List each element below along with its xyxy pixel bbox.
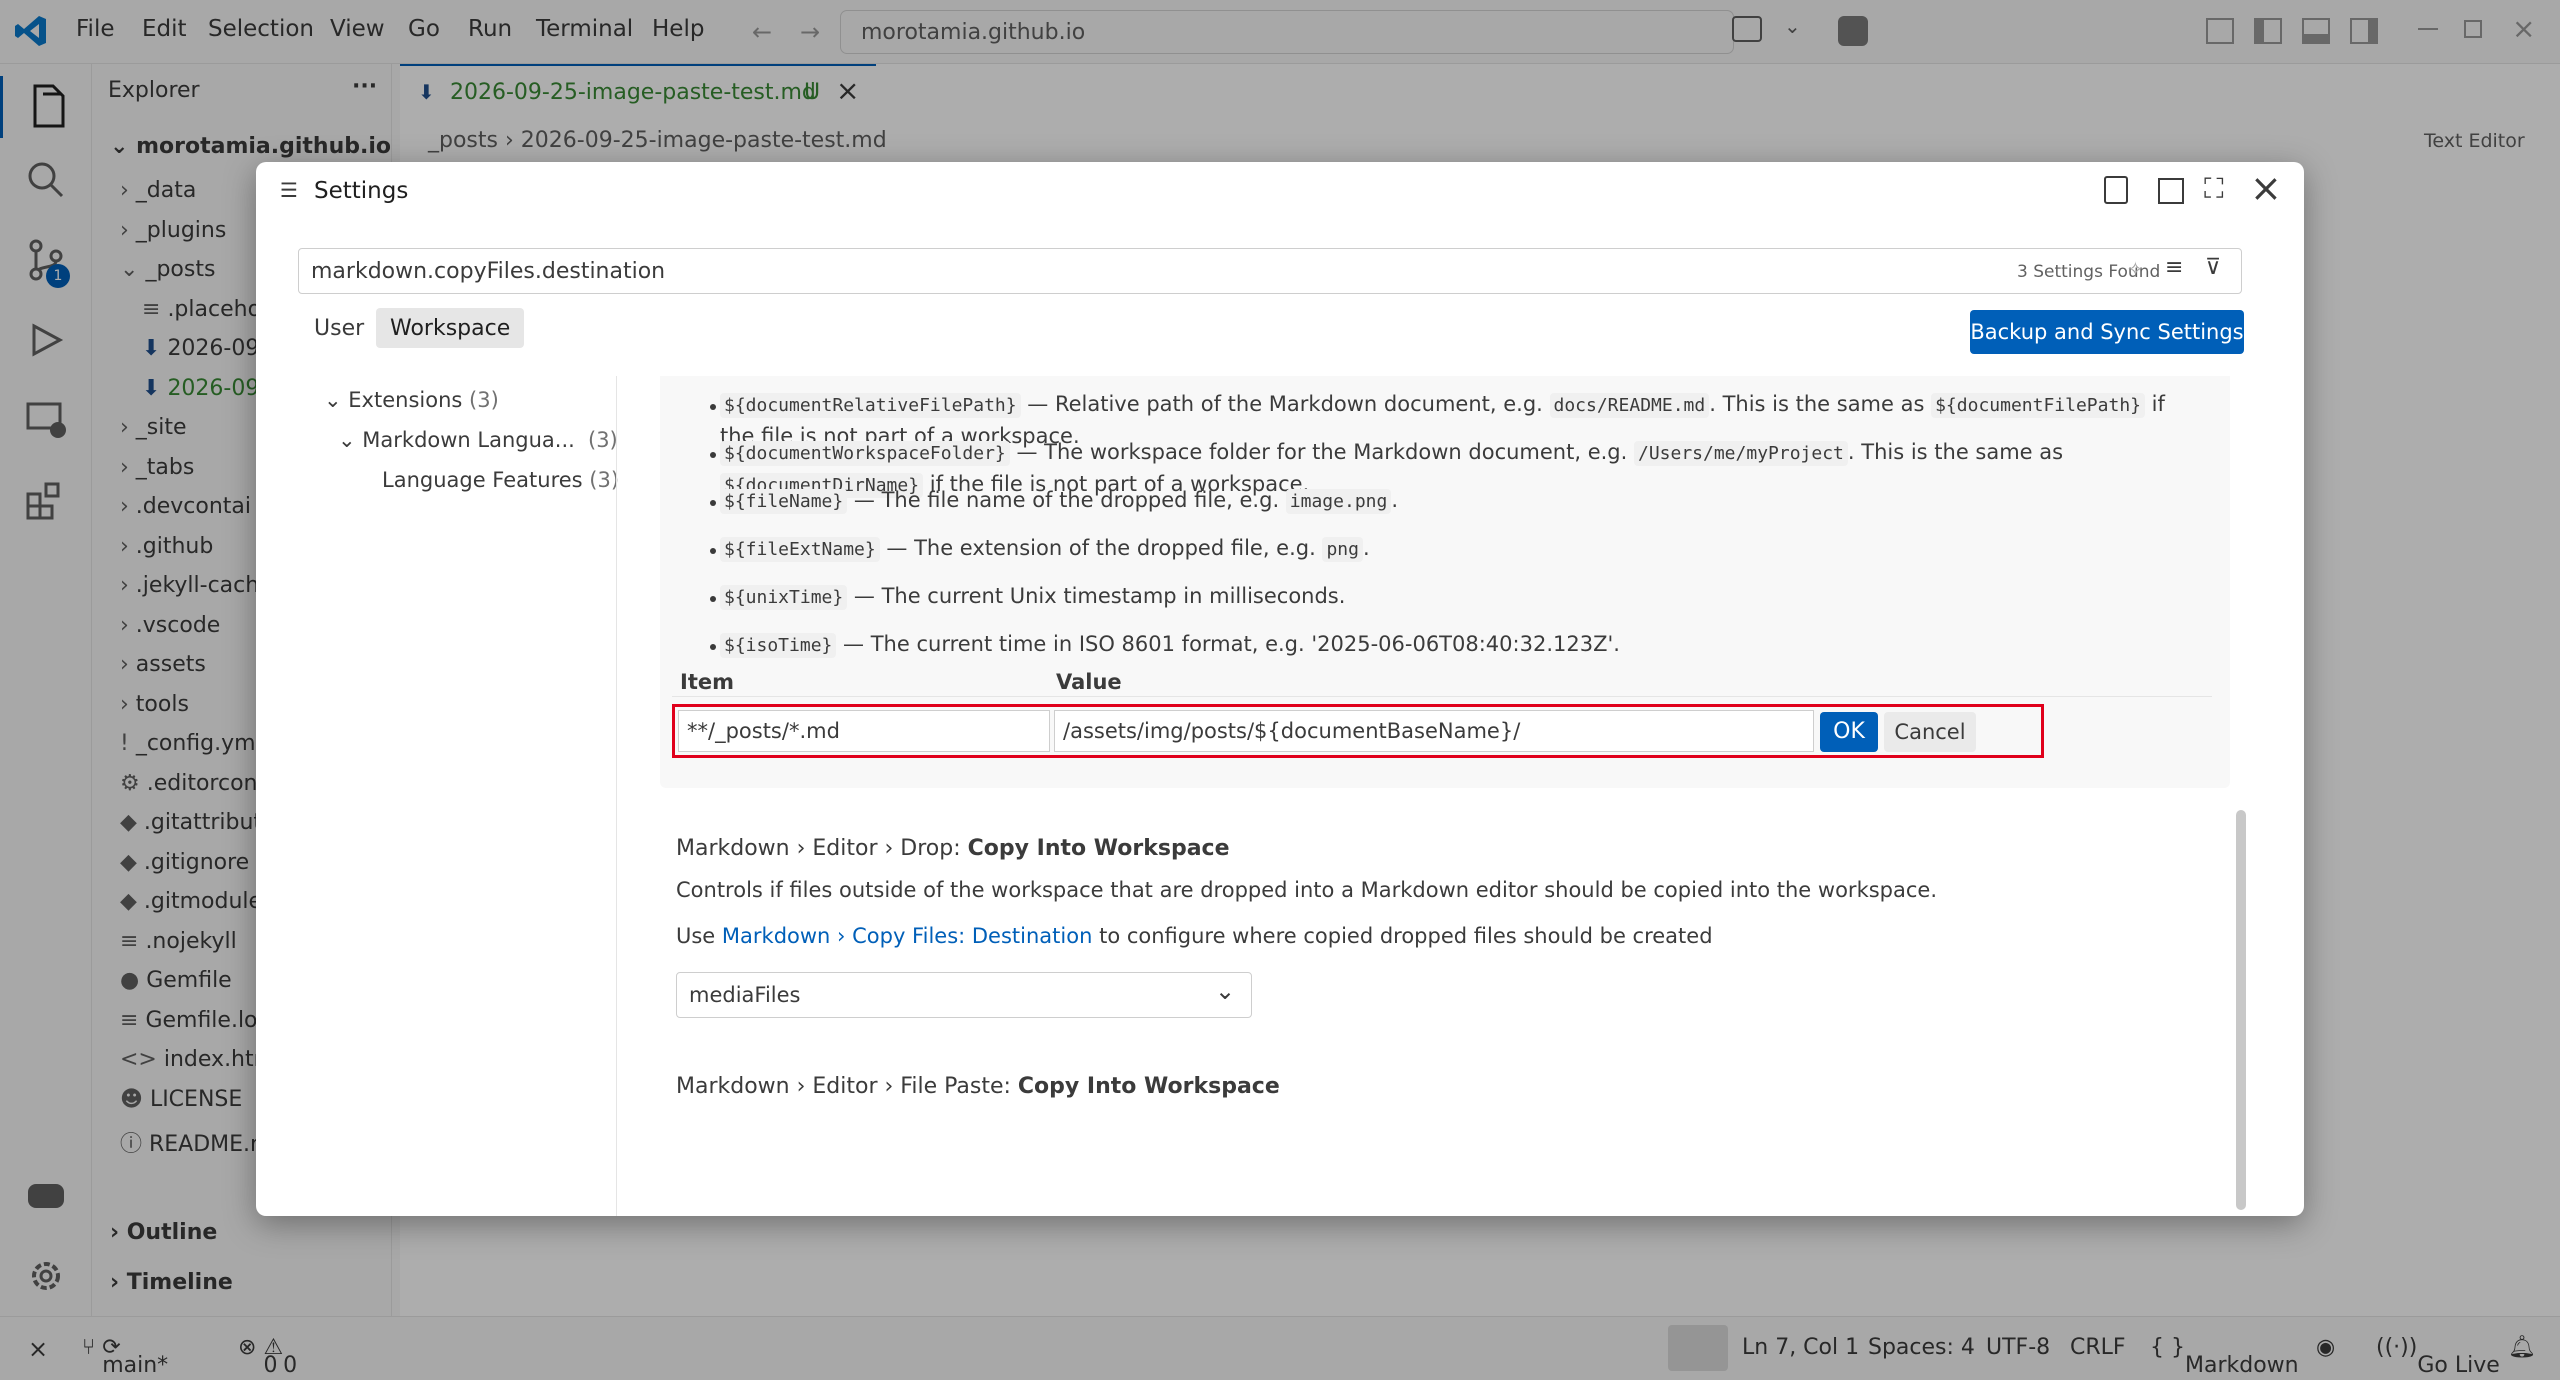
bullet-dot <box>710 596 716 602</box>
code-token: docs/README.md <box>1549 393 1710 418</box>
drop-setting-name: Copy Into Workspace <box>967 836 1230 861</box>
settings-title: Settings <box>314 178 409 204</box>
copy-files-destination-link[interactable]: Markdown › Copy Files: Destination <box>722 924 1092 948</box>
toc-language-count: (3) <box>589 468 620 492</box>
code-token: ${fileName} <box>720 489 848 514</box>
code-token: png <box>1322 537 1363 562</box>
toc-language-label: Language Features <box>382 468 583 492</box>
bullet-text: — The workspace folder for the Markdown … <box>1009 440 1634 464</box>
code-token: ${documentRelativeFilePath} <box>720 393 1021 418</box>
bullet-workspace-folder: ${documentWorkspaceFolder} — The workspa… <box>720 440 2064 466</box>
bullet-text: . This is the same as <box>1709 392 1932 416</box>
code-token: image.png <box>1285 489 1392 514</box>
code-token: ${fileExtName} <box>720 537 880 562</box>
bullet-text: if <box>2145 392 2165 416</box>
ok-button[interactable]: OK <box>1820 712 1878 752</box>
toc-extensions[interactable]: ⌄ Extensions (3) <box>324 388 499 412</box>
code-token: /Users/me/myProject <box>1633 441 1848 466</box>
clear-search-icon[interactable]: ✧ <box>2127 257 2144 281</box>
cancel-button[interactable]: Cancel <box>1884 712 1976 752</box>
code-token: ${documentWorkspaceFolder} <box>720 441 1010 466</box>
bullet-document-relative: ${documentRelativeFilePath} — Relative p… <box>720 392 2165 418</box>
value-input[interactable]: /assets/img/posts/${documentBaseName}/ <box>1054 710 1814 752</box>
toc-extensions-label: Extensions <box>348 388 463 412</box>
bullet-text: — Relative path of the Markdown document… <box>1020 392 1550 416</box>
maximize-icon[interactable]: ⛶ <box>2204 172 2224 206</box>
drop-setting-title: Markdown › Editor › Drop: Copy Into Work… <box>676 836 1230 861</box>
tab-workspace[interactable]: Workspace <box>376 308 525 348</box>
toc-markdown-label: Markdown Langua... <box>362 428 575 452</box>
bullet-dot <box>710 500 716 506</box>
move-to-editor-icon[interactable] <box>2158 178 2184 204</box>
close-icon[interactable]: × <box>2250 166 2282 210</box>
drop-setting-description: Controls if files outside of the workspa… <box>676 878 1938 902</box>
bullet-text: — The file name of the dropped file, e.g… <box>847 488 1286 512</box>
settings-scrollbar[interactable] <box>2236 810 2246 1210</box>
column-value-header: Value <box>1056 670 1122 694</box>
code-token: ${isoTime} <box>720 633 837 658</box>
settings-dialog: ☰ Settings ⛶ × markdown.copyFiles.destin… <box>256 162 2304 1216</box>
use-prefix: Use <box>676 924 722 948</box>
bullet-dot <box>710 644 716 650</box>
toc-markdown-count: (3) <box>588 428 618 452</box>
item-input[interactable]: **/_posts/*.md <box>678 710 1050 752</box>
paste-setting-name: Copy Into Workspace <box>1017 1074 1280 1099</box>
drop-copy-select[interactable]: mediaFiles ⌄ <box>676 972 1252 1018</box>
bullet-text: . <box>1362 536 1370 560</box>
filter-list-icon[interactable]: ≡ <box>2165 255 2183 280</box>
table-divider <box>672 696 2212 697</box>
settings-search-input[interactable]: markdown.copyFiles.destination 3 Setting… <box>298 248 2242 294</box>
toc-divider <box>616 376 617 1216</box>
bullet-isotime: ${isoTime} — The current time in ISO 860… <box>720 632 1620 658</box>
bullet-text: . This is the same as <box>1847 440 2064 464</box>
toc-language-features[interactable]: Language Features (3) <box>382 468 619 492</box>
bullet-dot <box>710 548 716 554</box>
bullet-unixtime: ${unixTime} — The current Unix timestamp… <box>720 584 1346 610</box>
value-input-value: /assets/img/posts/${documentBaseName}/ <box>1063 719 1521 743</box>
bullet-dot <box>710 452 716 458</box>
drop-setting-use-line: Use Markdown › Copy Files: Destination t… <box>676 924 1713 948</box>
bullet-text: — The extension of the dropped file, e.g… <box>879 536 1323 560</box>
use-suffix: to configure where copied dropped files … <box>1092 924 1713 948</box>
chevron-down-icon: ⌄ <box>1215 977 1236 1005</box>
search-query: markdown.copyFiles.destination <box>311 259 666 284</box>
settings-list: ${documentRelativeFilePath} — Relative p… <box>660 376 2280 1214</box>
bullet-filename: ${fileName} — The file name of the dropp… <box>720 488 1399 514</box>
column-item-header: Item <box>680 670 734 694</box>
paste-setting-crumb: Markdown › Editor › File Paste: <box>676 1074 1018 1099</box>
code-token: ${unixTime} <box>720 585 848 610</box>
bullet-text: — The current time in ISO 8601 format, e… <box>836 632 1620 656</box>
toc-extensions-count: (3) <box>469 388 499 412</box>
open-settings-json-icon[interactable] <box>2104 176 2128 204</box>
tab-user[interactable]: User <box>314 316 364 341</box>
filter-icon[interactable]: ⊽ <box>2205 255 2221 280</box>
settings-icon: ☰ <box>280 178 298 202</box>
paste-setting-title: Markdown › Editor › File Paste: Copy Int… <box>676 1074 1280 1099</box>
bullet-text: — The current Unix timestamp in millisec… <box>847 584 1346 608</box>
item-input-value: **/_posts/*.md <box>687 719 840 743</box>
drop-copy-select-value: mediaFiles <box>689 983 801 1007</box>
toc-markdown[interactable]: ⌄ Markdown Langua... <box>338 428 575 452</box>
bullet-text: . <box>1391 488 1399 512</box>
bullet-fileext: ${fileExtName} — The extension of the dr… <box>720 536 1370 562</box>
drop-setting-crumb: Markdown › Editor › Drop: <box>676 836 968 861</box>
bullet-dot <box>710 404 716 410</box>
code-token: ${documentFilePath} <box>1931 393 2145 418</box>
backup-sync-button[interactable]: Backup and Sync Settings <box>1970 310 2244 354</box>
